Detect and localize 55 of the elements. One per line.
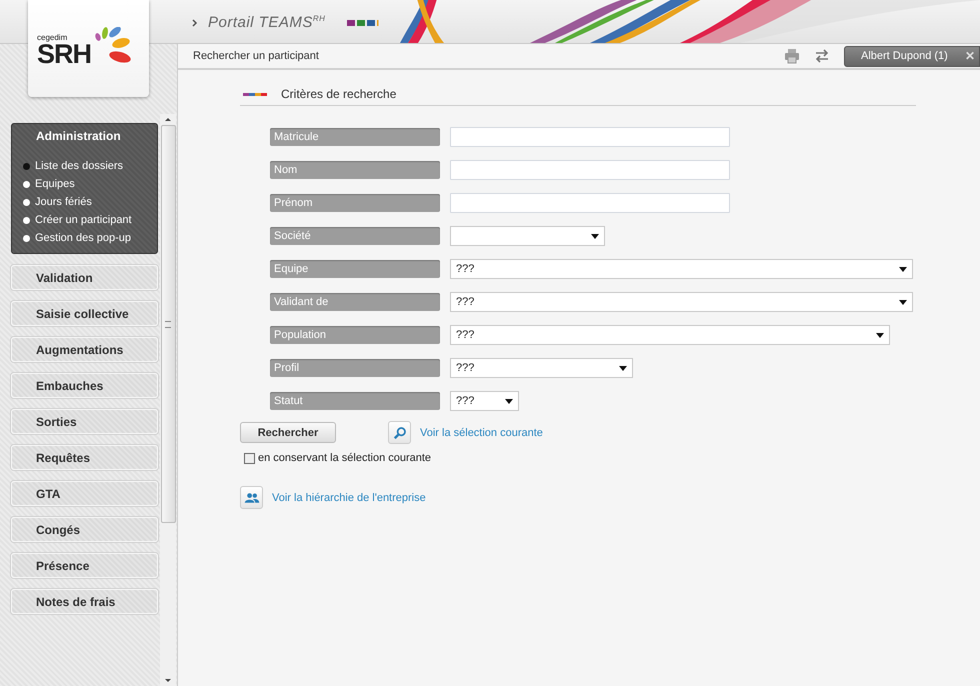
menu-section[interactable]: Administration Liste des dossiers Equipes Jours fériés Créer un participant Gestion des pop-up <box>11 123 158 254</box>
menu-section[interactable]: Embauches <box>11 373 158 398</box>
user-tab[interactable]: Albert Dupond (1) ✕ <box>844 46 980 66</box>
dropdown[interactable] <box>450 226 605 246</box>
menu-item[interactable]: Créer un participant <box>23 211 157 229</box>
menu-section[interactable]: Augmentations <box>11 337 158 362</box>
field-label: Nom <box>270 161 440 179</box>
color-squares-icon <box>347 20 380 26</box>
dropdown[interactable]: ??? <box>450 259 913 279</box>
field-label: Equipe <box>270 260 440 278</box>
field-label: Matricule <box>270 128 440 146</box>
menu-section[interactable]: Requêtes <box>11 445 158 470</box>
portal-title: Portail TEAMS$^{RH}$ <box>208 14 326 31</box>
field-label: Profil <box>270 359 440 377</box>
logo-subtitle: cegedim <box>37 34 68 42</box>
field-label: Validant de <box>270 293 440 311</box>
menu-section[interactable]: Sorties <box>11 409 158 434</box>
menu-section[interactable]: GTA <box>11 481 158 506</box>
input-field[interactable] <box>450 160 730 180</box>
menu-item[interactable]: Liste des dossiers <box>23 157 157 175</box>
checkbox[interactable] <box>244 452 255 464</box>
field-label: Prénom <box>270 194 440 212</box>
input-field[interactable] <box>450 193 730 213</box>
input-field[interactable] <box>450 127 730 147</box>
dropdown[interactable]: ??? <box>450 391 519 411</box>
logo-title: SRH <box>37 42 92 67</box>
menu-section[interactable]: Validation <box>11 265 158 290</box>
dropdown[interactable]: ??? <box>450 325 890 345</box>
field-label: Statut <box>270 392 440 410</box>
menu-section[interactable]: Congés <box>11 517 158 542</box>
menu-section[interactable]: Présence <box>11 553 158 578</box>
color-bar-icon <box>243 92 267 96</box>
section-title: Administration <box>35 129 122 143</box>
search-icon[interactable] <box>388 421 411 444</box>
current-selection-link[interactable]: Voir la sélection courante <box>420 426 543 438</box>
scrollbar[interactable] <box>160 114 176 686</box>
menu-section[interactable]: Saisie collective <box>11 301 158 326</box>
people-icon[interactable] <box>240 486 263 509</box>
field-label: Société <box>270 227 440 245</box>
dropdown[interactable]: ??? <box>450 358 633 378</box>
checkbox-label: en conservant la sélection courante <box>258 452 432 464</box>
hierarchy-link[interactable]: Voir la hiérarchie de l'entreprise <box>272 492 426 504</box>
dropdown[interactable]: ??? <box>450 292 913 312</box>
search-button[interactable]: Rechercher <box>240 422 336 443</box>
print-icon[interactable] <box>784 48 800 64</box>
chevron-icon <box>192 18 198 26</box>
user-name: Albert Dupond (1) <box>861 50 948 62</box>
menu-section[interactable]: Notes de frais <box>11 589 158 614</box>
menu-item[interactable]: Gestion des pop-up <box>23 229 157 247</box>
menu-item[interactable]: Equipes <box>23 175 157 193</box>
page-title: Rechercher un participant <box>193 50 320 62</box>
section-heading: Critères de recherche <box>281 87 396 101</box>
field-label: Population <box>270 326 440 344</box>
swap-icon[interactable] <box>814 48 830 64</box>
menu-item[interactable]: Jours fériés <box>23 193 157 211</box>
